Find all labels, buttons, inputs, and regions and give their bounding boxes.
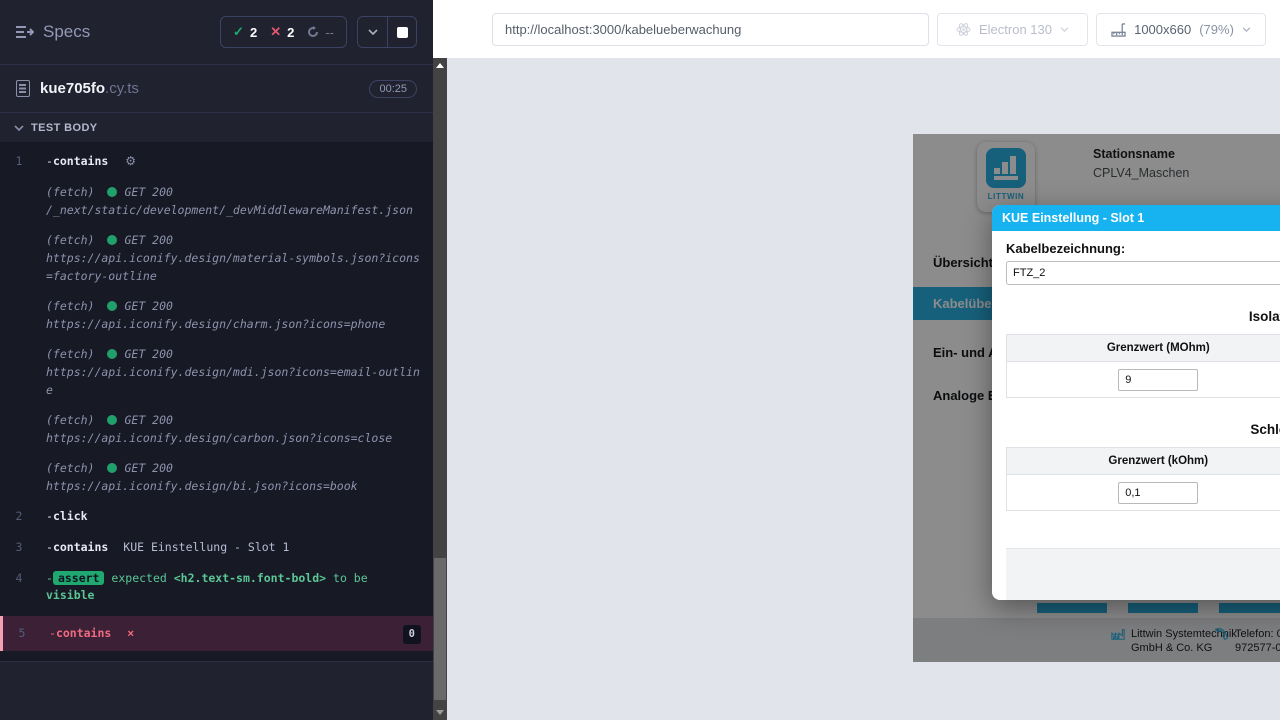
scroll-down-arrow[interactable] [436, 710, 444, 715]
command-row-1[interactable]: 1 -contains ⚙ [0, 146, 433, 177]
specs-list-icon[interactable] [16, 25, 34, 39]
fetch-log-3[interactable]: (fetch) GET 200 https://api.iconify.desi… [0, 291, 433, 339]
specs-label[interactable]: Specs [43, 22, 90, 42]
modal-footer: Display einschalten Speichern [1006, 548, 1280, 600]
stop-button[interactable] [387, 17, 416, 47]
ruler-icon [1111, 23, 1126, 37]
app-pane: LITTWIN Stationsname CPLV4_Maschen ⚙ Abm… [447, 58, 1280, 720]
screen: Specs ✓ 2 ✕ 2 -- [0, 0, 1280, 720]
retry-count-badge: 0 [403, 625, 421, 644]
status-dot-icon [107, 349, 117, 359]
test-body-section[interactable]: TEST BODY [0, 112, 433, 142]
electron-icon [956, 22, 971, 37]
spec-file-icon [16, 80, 30, 97]
viewport-size: 1000x660 [1134, 22, 1191, 37]
status-dot-icon [107, 187, 117, 197]
spec-file-row[interactable]: kue705fo.cy.ts 00:25 [0, 64, 433, 112]
viewport-zoom: (79%) [1199, 22, 1234, 37]
viewport-info[interactable]: 1000x660 (79%) [1096, 13, 1266, 46]
assert-badge: assert [53, 571, 105, 585]
command-log: 1 -contains ⚙ (fetch) GET 200 /_next/sta… [0, 142, 433, 662]
command-message: KUE Einstellung - Slot 1 [123, 540, 289, 554]
reporter-scrollbar[interactable] [433, 58, 447, 720]
status-dot-icon [107, 235, 117, 245]
kabelbezeichnung-input[interactable] [1006, 261, 1280, 285]
status-dot-icon [107, 301, 117, 311]
fetch-log-1[interactable]: (fetch) GET 200 /_next/static/developmen… [0, 177, 433, 225]
modal-body: Kabelbezeichnung: Isolationsmessung Gren… [992, 231, 1280, 600]
scrollbar-thumb[interactable] [434, 558, 446, 700]
browser-select[interactable]: Electron 130 [937, 13, 1088, 46]
spec-duration-badge: 00:25 [369, 80, 417, 98]
command-row-3[interactable]: 3 -contains KUE Einstellung - Slot 1 [0, 532, 433, 563]
stop-icon [397, 27, 408, 38]
spec-file-name: kue705fo.cy.ts [40, 80, 139, 97]
collapse-button[interactable] [358, 17, 387, 47]
isolationsmessung-title: Isolationsmessung [1006, 309, 1280, 324]
scroll-up-arrow[interactable] [436, 63, 444, 68]
kue-settings-modal: KUE Einstellung - Slot 1 ✕ Kabelbezeichn… [992, 205, 1280, 600]
reporter-controls [357, 16, 417, 48]
iso-col-grenzwert: Grenzwert (MOhm) [1007, 335, 1280, 362]
cypress-reporter: Specs ✓ 2 ✕ 2 -- [0, 0, 433, 720]
modal-title: KUE Einstellung - Slot 1 [1002, 211, 1144, 225]
isolationsmessung-table: Grenzwert (MOhm) Verzögerung (sek) [1006, 334, 1280, 398]
command-row-5-failed[interactable]: 5 -contains × 0 [0, 616, 433, 651]
fail-x-icon: × [127, 626, 134, 640]
chevron-down-icon [368, 29, 378, 35]
schleifenmessung-table: Grenzwert (kOhm) Schleifenintervall (h) [1006, 447, 1280, 511]
loop-col-grenzwert: Grenzwert (kOhm) [1007, 448, 1280, 475]
check-icon: ✓ [233, 24, 244, 40]
command-row-2[interactable]: 2 -click [0, 501, 433, 532]
loop-grenzwert-input[interactable] [1118, 482, 1198, 504]
kabelbezeichnung-label: Kabelbezeichnung: [1006, 241, 1280, 256]
fetch-log-6[interactable]: (fetch) GET 200 https://api.iconify.desi… [0, 453, 433, 501]
app-viewport: LITTWIN Stationsname CPLV4_Maschen ⚙ Abm… [913, 134, 1280, 662]
stat-failed[interactable]: ✕ 2 [270, 24, 294, 40]
refresh-icon [307, 26, 319, 38]
chevron-down-icon [14, 125, 24, 131]
reporter-header: Specs ✓ 2 ✕ 2 -- [0, 0, 433, 64]
chevron-down-icon [1242, 27, 1251, 32]
status-dot-icon [107, 415, 117, 425]
fetch-log-5[interactable]: (fetch) GET 200 https://api.iconify.desi… [0, 405, 433, 453]
test-body-label: TEST BODY [31, 122, 98, 134]
stat-passed[interactable]: ✓ 2 [233, 24, 257, 40]
gear-icon: ⚙ [125, 154, 136, 168]
browser-name: Electron 130 [979, 22, 1052, 37]
modal-header: KUE Einstellung - Slot 1 ✕ [992, 205, 1280, 231]
fetch-log-2[interactable]: (fetch) GET 200 https://api.iconify.desi… [0, 225, 433, 291]
browser-topbar: Electron 130 1000x660 (79%) [433, 0, 1280, 58]
test-stats: ✓ 2 ✕ 2 -- [220, 16, 347, 48]
fetch-log-4[interactable]: (fetch) GET 200 https://api.iconify.desi… [0, 339, 433, 405]
cross-icon: ✕ [270, 24, 281, 40]
status-dot-icon [107, 463, 117, 473]
chevron-down-icon [1060, 27, 1069, 32]
url-input[interactable] [492, 13, 929, 46]
iso-grenzwert-input[interactable] [1118, 369, 1198, 391]
schleifenmessung-title: Schleifenmessung [1006, 422, 1280, 437]
command-row-4[interactable]: 4 -assert expected <h2.text-sm.font-bold… [0, 563, 433, 611]
stat-pending[interactable]: -- [307, 25, 334, 40]
